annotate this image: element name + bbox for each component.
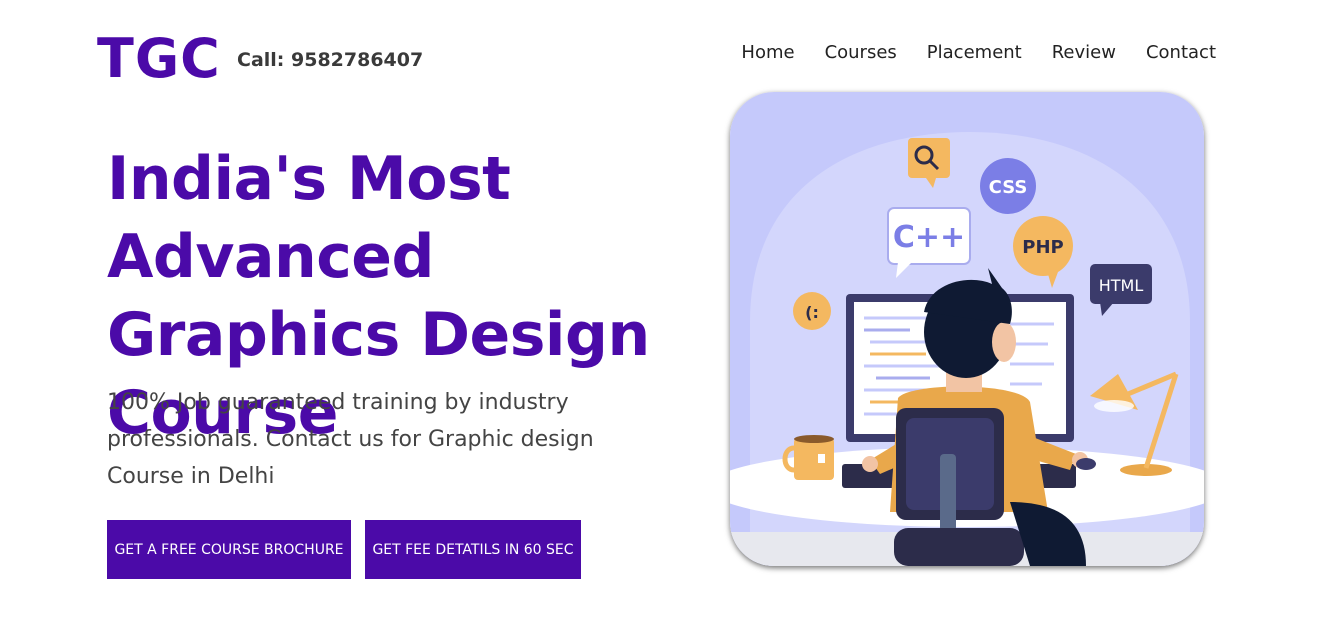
- smiley-bubble: (:: [793, 292, 831, 330]
- brochure-button[interactable]: GET A FREE COURSE BROCHURE: [107, 520, 351, 579]
- mouse-icon: [1076, 458, 1096, 470]
- hero-illustration: CSS C++ PHP HTML (:: [730, 92, 1204, 566]
- smiley-label: (:: [805, 303, 819, 322]
- nav-contact[interactable]: Contact: [1146, 40, 1216, 66]
- nav-review[interactable]: Review: [1052, 40, 1116, 66]
- phone-number[interactable]: Call: 9582786407: [237, 47, 423, 73]
- developer-illustration: CSS C++ PHP HTML (:: [730, 92, 1204, 566]
- css-bubble: CSS: [980, 158, 1036, 214]
- hero-description: 100% Job guaranteed training by industry…: [107, 390, 594, 489]
- nav-courses[interactable]: Courses: [825, 40, 897, 66]
- nav-home[interactable]: Home: [741, 40, 794, 66]
- css-label: CSS: [989, 177, 1028, 198]
- fee-details-button[interactable]: GET FEE DETATILS IN 60 SEC: [365, 520, 581, 579]
- logo[interactable]: TGC: [97, 28, 221, 90]
- php-label: PHP: [1022, 237, 1063, 258]
- cpp-label: C++: [893, 220, 965, 255]
- nav-placement[interactable]: Placement: [927, 40, 1022, 66]
- html-label: HTML: [1099, 276, 1144, 295]
- main-nav: Home Courses Placement Review Contact: [741, 40, 1216, 66]
